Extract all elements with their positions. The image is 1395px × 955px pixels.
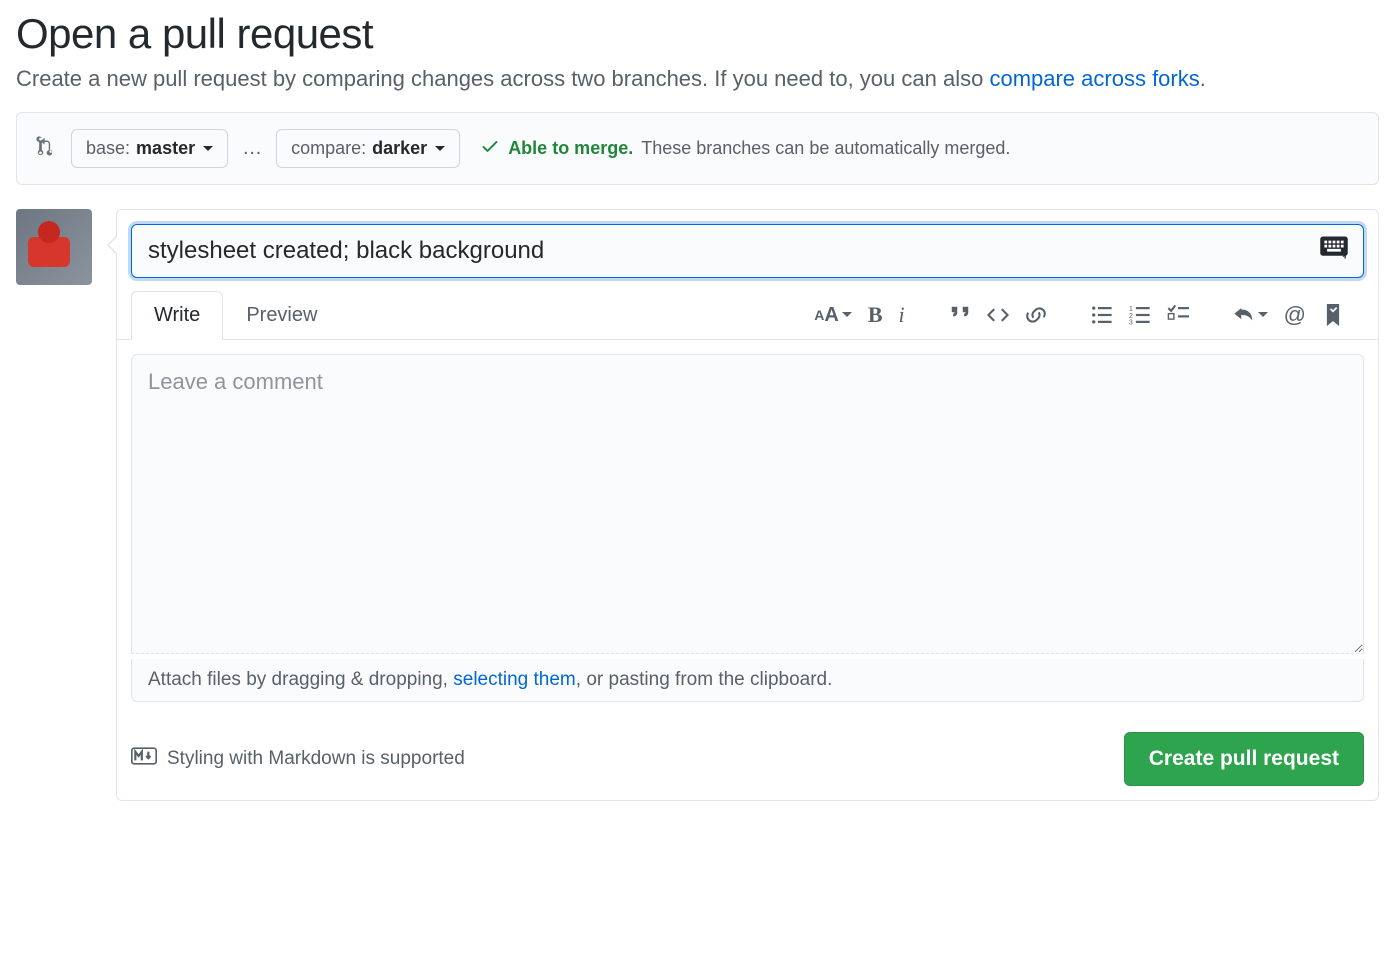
- mention-button[interactable]: @: [1280, 300, 1310, 330]
- base-label: base:: [86, 136, 130, 161]
- subtitle-text-pre: Create a new pull request by comparing c…: [16, 66, 989, 91]
- merge-status-rest: These branches can be automatically merg…: [641, 138, 1010, 159]
- merge-status-strong: Able to merge.: [508, 138, 633, 159]
- compare-forks-link[interactable]: compare across forks: [989, 66, 1199, 91]
- ul-button[interactable]: [1087, 300, 1117, 330]
- comment-textarea[interactable]: [131, 354, 1364, 654]
- compare-branch-name: darker: [372, 136, 427, 161]
- caret-down-icon: [203, 146, 213, 151]
- svg-text:1: 1: [1342, 253, 1348, 258]
- pr-title-input[interactable]: [131, 224, 1364, 278]
- ol-button[interactable]: 123: [1125, 300, 1155, 330]
- tab-write[interactable]: Write: [131, 291, 223, 340]
- git-compare-icon: [35, 135, 57, 162]
- formatting-toolbar: AA B i: [794, 300, 1364, 330]
- tasklist-button[interactable]: [1163, 300, 1193, 330]
- subtitle-text-post: .: [1200, 66, 1206, 91]
- bold-button[interactable]: B: [864, 300, 887, 330]
- markdown-icon: [131, 747, 157, 771]
- pr-form: 1 Write Preview AA B i: [116, 209, 1379, 801]
- markdown-hint-text: Styling with Markdown is supported: [167, 748, 465, 770]
- compare-label: compare:: [291, 136, 366, 161]
- select-files-link[interactable]: selecting them: [453, 669, 576, 690]
- attach-text-post: , or pasting from the clipboard.: [576, 669, 833, 690]
- link-button[interactable]: [1021, 300, 1051, 330]
- avatar: [16, 209, 92, 285]
- code-button[interactable]: [983, 300, 1013, 330]
- caret-down-icon: [435, 146, 445, 151]
- quote-button[interactable]: [945, 300, 975, 330]
- branch-range-box: base: master … compare: darker Able to m…: [16, 112, 1379, 185]
- merge-status: Able to merge. These branches can be aut…: [480, 136, 1010, 161]
- create-pr-button[interactable]: Create pull request: [1124, 732, 1364, 786]
- svg-text:3: 3: [1129, 319, 1133, 325]
- markdown-hint[interactable]: Styling with Markdown is supported: [131, 747, 465, 771]
- attach-text-pre: Attach files by dragging & dropping,: [148, 669, 453, 690]
- italic-button[interactable]: i: [895, 300, 909, 330]
- heading-button[interactable]: AA: [810, 301, 856, 329]
- attach-hint[interactable]: Attach files by dragging & dropping, sel…: [131, 659, 1364, 702]
- tab-preview[interactable]: Preview: [223, 291, 340, 340]
- keyboard-icon[interactable]: 1: [1320, 237, 1348, 264]
- range-ellipsis: …: [242, 137, 262, 160]
- compare-branch-button[interactable]: compare: darker: [276, 129, 460, 168]
- base-branch-name: master: [136, 136, 195, 161]
- page-title: Open a pull request: [16, 10, 1379, 58]
- reply-button[interactable]: [1229, 300, 1272, 330]
- check-icon: [480, 136, 500, 161]
- reference-button[interactable]: [1318, 300, 1348, 330]
- base-branch-button[interactable]: base: master: [71, 129, 228, 168]
- page-subtitle: Create a new pull request by comparing c…: [16, 66, 1379, 92]
